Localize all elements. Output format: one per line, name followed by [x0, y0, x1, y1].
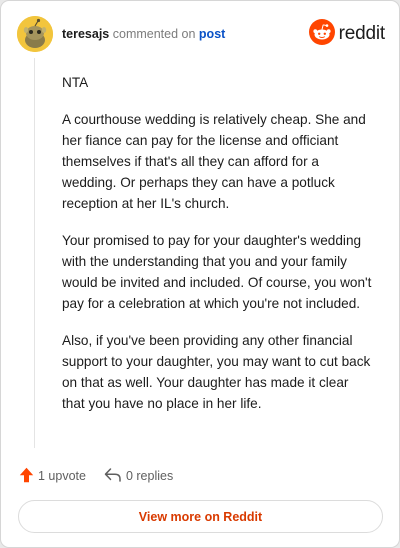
upvote-count: 1 upvote	[38, 469, 86, 483]
view-more-on-reddit-button[interactable]: View more on Reddit	[18, 500, 383, 533]
reddit-logo-icon	[308, 18, 335, 50]
replies-button[interactable]: 0 replies	[104, 467, 173, 486]
comment-embed-card: teresajs commented on post reddit NTA A …	[0, 0, 400, 548]
upvote-arrow-icon	[19, 467, 34, 486]
upvote-button[interactable]: 1 upvote	[19, 467, 86, 486]
comment-paragraph: Your promised to pay for your daughter's…	[62, 233, 372, 311]
byline-action-text: commented on	[112, 27, 196, 41]
comment-actions: 1 upvote 0 replies	[19, 466, 191, 486]
comment-paragraph: Also, if you've been providing any other…	[62, 333, 371, 411]
reply-arrow-icon	[104, 467, 122, 486]
comment-paragraph: A courthouse wedding is relatively cheap…	[62, 112, 366, 211]
reddit-wordmark: reddit	[338, 23, 386, 44]
comment-paragraph: NTA	[62, 75, 89, 90]
comment-header: teresajs commented on post reddit	[17, 16, 385, 52]
replies-count: 0 replies	[125, 469, 174, 483]
username-link[interactable]: teresajs	[62, 27, 109, 41]
thread-line[interactable]	[34, 58, 35, 448]
comment-body: NTA A courthouse wedding is relatively c…	[62, 72, 374, 430]
snoo-avatar-icon[interactable]	[17, 16, 53, 52]
reddit-brand[interactable]: reddit	[308, 18, 386, 50]
post-link[interactable]: post	[199, 27, 225, 41]
comment-byline: teresajs commented on post	[62, 27, 225, 41]
